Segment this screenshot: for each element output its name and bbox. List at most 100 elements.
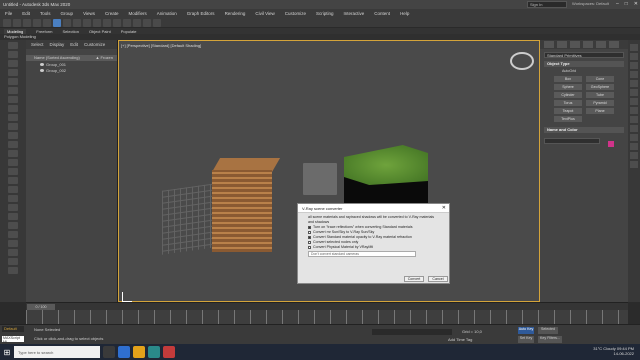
tool-icon[interactable]: [8, 87, 18, 94]
weather[interactable]: 31°C Cloudy: [593, 346, 616, 351]
tab-freeform[interactable]: Freeform: [36, 29, 52, 34]
add-time-tag[interactable]: Add Time Tag: [448, 337, 472, 342]
tool-icon[interactable]: [8, 204, 18, 211]
hierarchy-tab-icon[interactable]: [570, 41, 580, 48]
torus-button[interactable]: Torus: [554, 100, 582, 106]
viewport-label[interactable]: [+] [Perspective] [Standard] [Default Sh…: [121, 43, 201, 48]
move-icon[interactable]: [73, 18, 81, 27]
redo-icon[interactable]: [13, 18, 21, 27]
menu-rendering[interactable]: Rendering: [220, 11, 251, 16]
render-setup-icon[interactable]: [143, 18, 151, 27]
time-slider[interactable]: 0 / 100: [26, 302, 628, 310]
scene-column-header[interactable]: Name (Sorted Ascending) ▲ Frozen: [26, 55, 117, 61]
name-color-rollout[interactable]: Name and Color: [544, 127, 624, 133]
tool-icon[interactable]: [8, 96, 18, 103]
selected-dropdown[interactable]: Selected: [538, 327, 558, 334]
link-icon[interactable]: [23, 18, 31, 27]
tool-icon[interactable]: [630, 134, 638, 141]
tool-icon[interactable]: [630, 80, 638, 87]
bind-icon[interactable]: [43, 18, 51, 27]
menu-tools[interactable]: Tools: [35, 11, 56, 16]
tool-icon[interactable]: [8, 159, 18, 166]
utilities-tab-icon[interactable]: [609, 41, 619, 48]
tool-icon[interactable]: [8, 42, 18, 49]
menu-views[interactable]: Views: [78, 11, 100, 16]
select-icon[interactable]: [53, 18, 61, 27]
tool-icon[interactable]: [8, 240, 18, 247]
plane-object[interactable]: [162, 183, 216, 255]
system-tray[interactable]: 31°C Cloudy 09:44 PM 14-06-2022: [593, 346, 634, 356]
object-color-swatch[interactable]: [608, 141, 614, 147]
mirror-icon[interactable]: [113, 18, 121, 27]
scene-tab-select[interactable]: Select: [31, 42, 44, 47]
menu-content[interactable]: Content: [369, 11, 395, 16]
tool-icon[interactable]: [8, 249, 18, 256]
eye-icon[interactable]: [40, 68, 44, 72]
menu-animation[interactable]: Animation: [152, 11, 182, 16]
tool-icon[interactable]: [8, 195, 18, 202]
menu-modifiers[interactable]: Modifiers: [124, 11, 152, 16]
undo-icon[interactable]: [3, 18, 11, 27]
3dsmax-icon[interactable]: [148, 346, 160, 358]
menu-civil-view[interactable]: Civil View: [250, 11, 279, 16]
app-icon[interactable]: [163, 346, 175, 358]
align-icon[interactable]: [123, 18, 131, 27]
tool-icon[interactable]: [630, 152, 638, 159]
geosphere-button[interactable]: GeoSphere: [586, 84, 614, 90]
tool-icon[interactable]: [8, 213, 18, 220]
option-physical-material[interactable]: Convert Physical Material by VRayMtl: [308, 245, 439, 250]
tool-icon[interactable]: [8, 51, 18, 58]
brick-cube[interactable]: [212, 170, 272, 252]
tool-icon[interactable]: [8, 105, 18, 112]
tool-icon[interactable]: [8, 267, 18, 274]
object-type-rollout[interactable]: Object Type: [544, 61, 624, 67]
tool-icon[interactable]: [630, 62, 638, 69]
menu-scripting[interactable]: Scripting: [311, 11, 339, 16]
tool-icon[interactable]: [8, 132, 18, 139]
tool-icon[interactable]: [630, 125, 638, 132]
unlink-icon[interactable]: [33, 18, 41, 27]
tool-icon[interactable]: [8, 231, 18, 238]
tab-populate[interactable]: Populate: [121, 29, 137, 34]
tab-modeling[interactable]: Modeling: [4, 28, 27, 34]
scene-tab-edit[interactable]: Edit: [70, 42, 78, 47]
close-icon[interactable]: ✕: [634, 1, 638, 7]
pyramid-button[interactable]: Pyramid: [586, 100, 614, 106]
tube-button[interactable]: Tube: [586, 92, 614, 98]
close-icon[interactable]: ✕: [442, 205, 446, 211]
tool-icon[interactable]: [630, 44, 638, 51]
tool-icon[interactable]: [630, 143, 638, 150]
tool-icon[interactable]: [8, 258, 18, 265]
tool-icon[interactable]: [8, 177, 18, 184]
cone-button[interactable]: Cone: [586, 76, 614, 82]
tool-icon[interactable]: [630, 53, 638, 60]
tool-icon[interactable]: [630, 161, 638, 168]
object-name-input[interactable]: [544, 138, 600, 144]
display-tab-icon[interactable]: [596, 41, 606, 48]
workspace-selector[interactable]: Workspaces: Default: [572, 1, 609, 6]
menu-file[interactable]: File: [0, 11, 17, 16]
box-button[interactable]: Box: [554, 76, 582, 82]
convert-button[interactable]: Convert: [404, 276, 424, 282]
modify-tab-icon[interactable]: [557, 41, 567, 48]
set-key-button[interactable]: Set Key: [518, 336, 534, 343]
scale-icon[interactable]: [93, 18, 101, 27]
file-explorer-icon[interactable]: [133, 346, 145, 358]
cylinder-button[interactable]: Cylinder: [554, 92, 582, 98]
eye-icon[interactable]: [40, 62, 44, 66]
task-view-icon[interactable]: [103, 346, 115, 358]
tool-icon[interactable]: [8, 78, 18, 85]
menu-customize[interactable]: Customize: [280, 11, 311, 16]
layer-field[interactable]: Default: [2, 326, 24, 332]
sphere-button[interactable]: Sphere: [554, 84, 582, 90]
scene-tab-display[interactable]: Display: [50, 42, 65, 47]
minimize-icon[interactable]: –: [616, 1, 619, 7]
scene-tab-customize[interactable]: Customize: [84, 42, 105, 47]
tool-icon[interactable]: [630, 116, 638, 123]
render-icon[interactable]: [153, 18, 161, 27]
create-tab-icon[interactable]: [544, 41, 554, 48]
tool-icon[interactable]: [8, 60, 18, 67]
tool-icon[interactable]: [630, 98, 638, 105]
rotate-icon[interactable]: [83, 18, 91, 27]
cancel-button[interactable]: Cancel: [428, 276, 448, 282]
